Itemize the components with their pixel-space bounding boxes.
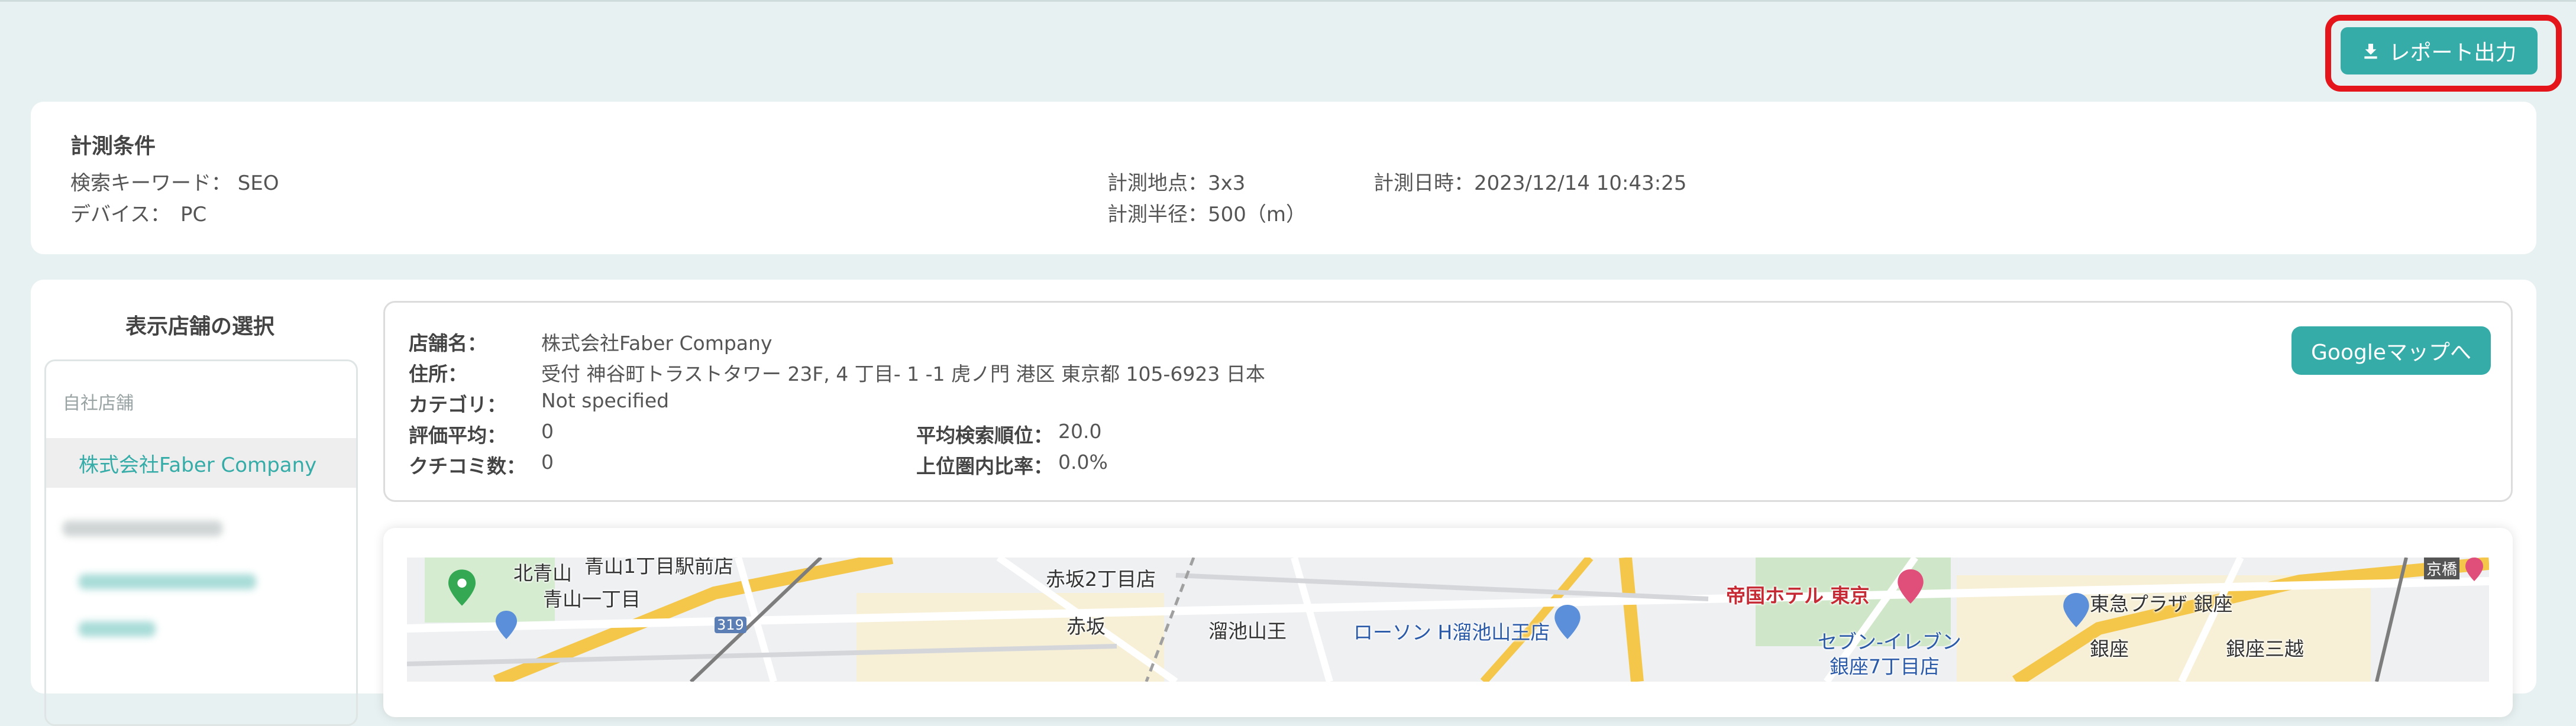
store-name-label: 店舗名： bbox=[409, 332, 487, 355]
map-label: ローソン H溜池山王店 bbox=[1353, 621, 1550, 644]
download-icon bbox=[2364, 44, 2378, 59]
store-category: Not specified bbox=[541, 389, 670, 412]
store-item-label: 株式会社Faber Company bbox=[79, 453, 317, 477]
store-list: 自社店舗 株式会社Faber Company bbox=[44, 359, 358, 726]
address-label: 住所： bbox=[409, 362, 467, 385]
google-maps-label: Googleマップへ bbox=[2311, 341, 2471, 365]
blurred-store-item[interactable] bbox=[79, 574, 256, 589]
map-label: 銀座7丁目店 bbox=[1830, 655, 1940, 678]
google-maps-button[interactable]: Googleマップへ bbox=[2291, 326, 2491, 375]
conditions-card: 計測条件 検索キーワード： SEO デバイス： PC 計測地点：3x3 計測半径… bbox=[31, 102, 2536, 254]
conditions-title: 計測条件 bbox=[70, 134, 156, 158]
report-output-label: レポート出力 bbox=[2388, 41, 2517, 65]
shopping-pin-icon bbox=[2063, 593, 2089, 627]
store-item-faber[interactable]: 株式会社Faber Company bbox=[46, 438, 356, 488]
measure-datetime: 計測日時：2023/12/14 10:43:25 bbox=[1373, 171, 1687, 195]
route-shield: 319 bbox=[715, 617, 746, 633]
store-select-title: 表示店舗の選択 bbox=[125, 315, 275, 339]
green-pin-icon bbox=[448, 569, 476, 606]
map-label: セブン-イレブン bbox=[1818, 630, 1961, 653]
map-label: 北青山 bbox=[513, 562, 572, 585]
device: デバイス： PC bbox=[70, 203, 207, 226]
google-map[interactable]: 北青山 青山1丁目駅前店 青山一丁目 319 赤坂2丁目店 赤坂 溜池山王 ロー… bbox=[407, 558, 2489, 682]
map-label: 銀座三越 bbox=[2226, 637, 2304, 660]
avg-rank-label: 平均検索順位： bbox=[916, 424, 1053, 447]
own-store-label: 自社店舗 bbox=[63, 393, 134, 414]
map-label: 東急プラザ 銀座 bbox=[2090, 592, 2233, 615]
top-ratio-label: 上位圏内比率： bbox=[916, 455, 1053, 478]
station-label: 京橋 bbox=[2424, 558, 2460, 579]
map-label: 銀座 bbox=[2090, 637, 2129, 660]
map-label: 帝国ホテル 東京 bbox=[1726, 584, 1870, 607]
map-label: 溜池山王 bbox=[1208, 620, 1287, 643]
store-address: 受付 神谷町トラストタワー 23F, 4 丁目- 1 -1 虎ノ門 港区 東京都… bbox=[541, 362, 1265, 385]
store-rating: 0 bbox=[541, 420, 554, 443]
top-divider bbox=[0, 0, 2576, 2]
blurred-store-item[interactable] bbox=[79, 621, 156, 637]
search-keyword: 検索キーワード： SEO bbox=[70, 171, 279, 195]
map-label: 赤坂 bbox=[1066, 615, 1106, 638]
place-pin-icon bbox=[496, 611, 517, 639]
avg-rank: 20.0 bbox=[1058, 420, 1102, 443]
category-label: カテゴリ： bbox=[409, 393, 506, 416]
measure-radius: 計測半径：500（m） bbox=[1107, 203, 1307, 226]
hotel-pin-icon bbox=[1898, 569, 1924, 604]
measure-points: 計測地点：3x3 bbox=[1107, 171, 1246, 195]
store-info-panel: 店舗名： 株式会社Faber Company 住所： 受付 神谷町トラストタワー… bbox=[383, 301, 2513, 502]
report-output-button[interactable]: レポート出力 bbox=[2341, 27, 2538, 74]
blurred-section-label bbox=[63, 521, 222, 536]
rating-label: 評価平均： bbox=[409, 424, 506, 447]
map-label: 青山一丁目 bbox=[543, 588, 641, 611]
store-reviews: 0 bbox=[541, 450, 554, 474]
reviews-label: クチコミ数： bbox=[409, 455, 526, 478]
map-label: 赤坂2丁目店 bbox=[1046, 568, 1156, 591]
map-label: 青山1丁目駅前店 bbox=[584, 558, 733, 578]
place-pin-icon bbox=[1554, 605, 1580, 639]
top-ratio: 0.0% bbox=[1058, 450, 1108, 474]
place-pin-icon bbox=[2465, 558, 2483, 581]
store-name: 株式会社Faber Company bbox=[541, 332, 773, 355]
